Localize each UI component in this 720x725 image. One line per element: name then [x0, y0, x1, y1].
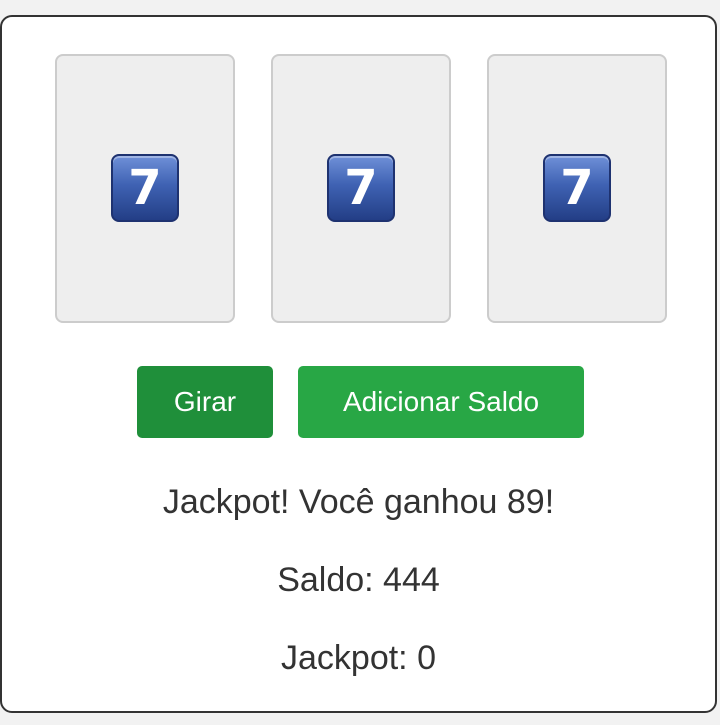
spin-button[interactable]: Girar [137, 366, 273, 438]
reel-3: 7 [487, 54, 667, 323]
reel-1: 7 [55, 54, 235, 323]
reels-row: 7 7 7 [55, 54, 669, 323]
result-message: Jackpot! Você ganhou 89! [162, 483, 555, 521]
keycap-seven-icon: 7 [543, 153, 611, 222]
reel-2: 7 [271, 54, 451, 323]
add-balance-button[interactable]: Adicionar Saldo [298, 366, 584, 438]
jackpot-text: Jackpot: 0 [281, 639, 436, 677]
keycap-seven-icon: 7 [111, 153, 179, 222]
balance-text: Saldo: 444 [277, 561, 440, 599]
keycap-seven-icon: 7 [327, 153, 395, 222]
slot-machine-card: 7 7 7 Girar Adicionar Saldo Jackpot! Voc… [0, 15, 717, 713]
